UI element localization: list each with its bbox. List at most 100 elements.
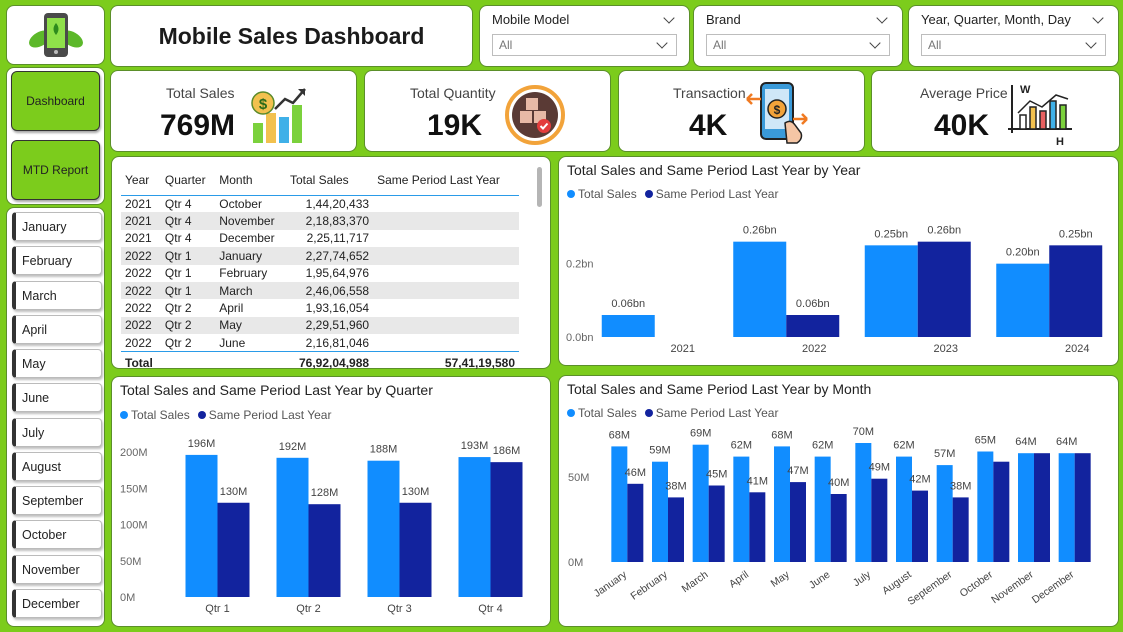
month-button-september[interactable]: September (12, 486, 102, 515)
bar-total-sales[interactable] (367, 460, 400, 597)
y-tick-label: 0M (568, 557, 583, 569)
bar-total-sales[interactable] (692, 444, 709, 562)
bar-total-sales[interactable] (733, 456, 750, 562)
mobile-model-select[interactable]: All (492, 34, 677, 56)
bar-same-period[interactable] (993, 461, 1010, 562)
bar-same-period[interactable] (871, 478, 888, 562)
table-cell: Qtr 1 (164, 266, 192, 281)
data-label: 45M (706, 469, 727, 481)
brand-select[interactable]: All (706, 34, 890, 56)
bar-same-period[interactable] (786, 315, 840, 337)
bar-same-period[interactable] (308, 504, 341, 597)
x-tick-label: Qtr 2 (296, 603, 320, 615)
bar-total-sales[interactable] (185, 454, 218, 597)
x-tick-label: July (851, 568, 874, 589)
mtd-report-button[interactable]: MTD Report (11, 140, 100, 200)
column-header[interactable]: Quarter (160, 165, 216, 196)
bar-total-sales[interactable] (814, 456, 831, 562)
bar-same-period[interactable] (1034, 453, 1050, 562)
y-tick-label: 100M (120, 520, 148, 532)
bar-same-period[interactable] (1049, 245, 1103, 337)
bar-same-period[interactable] (749, 492, 766, 562)
bar-total-sales[interactable] (1018, 453, 1034, 562)
table-row[interactable]: 2022 Qtr 1 February 1,95,64,976 (121, 265, 519, 282)
table-cell: Qtr 4 (164, 231, 192, 246)
chevron-down-icon[interactable] (663, 11, 675, 24)
data-label: 38M (665, 480, 686, 492)
table-row[interactable]: 2022 Qtr 1 March 2,46,06,558 (121, 281, 519, 300)
month-button-december[interactable]: December (12, 589, 102, 618)
table-row[interactable]: 2022 Qtr 2 May 2,29,51,960 (121, 316, 519, 335)
bar-same-period[interactable] (490, 462, 523, 597)
bar-same-period[interactable] (790, 482, 806, 562)
bar-same-period[interactable] (668, 497, 684, 562)
bar-total-sales[interactable] (977, 451, 994, 563)
month-button-november[interactable]: November (12, 555, 102, 584)
table-row[interactable]: 2022 Qtr 2 April 1,93,16,054 (121, 299, 519, 316)
bar-same-period[interactable] (217, 502, 250, 597)
month-button-may[interactable]: May (12, 349, 102, 378)
month-button-july[interactable]: July (12, 418, 102, 447)
dashboard-button[interactable]: Dashboard (11, 71, 100, 131)
month-button-february[interactable]: February (12, 246, 102, 275)
chevron-down-icon[interactable] (876, 11, 888, 24)
table-cell: Qtr 2 (164, 301, 192, 316)
filter-date-hierarchy[interactable]: Year, Quarter, Month, Day All (908, 5, 1119, 67)
table-row[interactable]: 2021 Qtr 4 December 2,25,11,717 (121, 230, 519, 247)
filter-brand[interactable]: Brand All (693, 5, 903, 67)
month-button-april[interactable]: April (12, 315, 102, 344)
bar-total-sales[interactable] (276, 457, 309, 597)
chevron-down-icon[interactable] (1092, 11, 1104, 24)
bar-same-period[interactable] (912, 490, 928, 562)
column-header[interactable]: Year (121, 165, 161, 196)
bar-total-sales[interactable] (458, 457, 491, 597)
month-button-march[interactable]: March (12, 281, 102, 310)
bar-same-period[interactable] (917, 241, 971, 337)
table-cell: February (219, 266, 268, 281)
column-header[interactable]: Total Sales (285, 165, 374, 196)
table-row[interactable]: 2022 Qtr 1 January 2,27,74,652 (121, 247, 519, 265)
bar-same-period[interactable] (708, 485, 725, 563)
bar-total-sales[interactable] (774, 446, 790, 562)
x-tick-label: February (628, 568, 670, 602)
table-cell: 1,44,20,433 (305, 196, 370, 211)
filter-mobile-model[interactable]: Mobile Model All (479, 5, 690, 67)
table-row[interactable]: 2022 Qtr 2 June 2,16,81,046 (121, 334, 519, 351)
table-scrollbar[interactable] (537, 167, 542, 207)
bar-same-period[interactable] (952, 497, 969, 562)
table-total-cell (160, 351, 216, 374)
table-cell: 1,95,64,976 (305, 266, 370, 281)
date-hierarchy-select[interactable]: All (921, 34, 1106, 56)
x-tick-label: Qtr 3 (387, 603, 411, 615)
page-title: Mobile Sales Dashboard (158, 22, 425, 49)
bar-total-sales[interactable] (601, 315, 655, 337)
data-label: 70M (853, 426, 874, 438)
bar-total-sales[interactable] (864, 245, 918, 337)
bar-same-period[interactable] (830, 494, 847, 562)
data-label: 130M (402, 486, 430, 498)
bar-total-sales[interactable] (1058, 453, 1075, 562)
table-row[interactable]: 2021 Qtr 4 November 2,18,83,370 (121, 212, 519, 230)
bar-total-sales[interactable] (896, 456, 912, 562)
column-header[interactable]: Month (215, 165, 286, 196)
bar-same-period[interactable] (627, 483, 644, 562)
bar-total-sales[interactable] (611, 446, 628, 562)
data-label: 59M (649, 445, 670, 457)
month-button-june[interactable]: June (12, 383, 102, 412)
bar-total-sales[interactable] (733, 241, 787, 337)
kpi-label: Total Quantity (410, 85, 496, 101)
bar-total-sales[interactable] (996, 263, 1050, 337)
y-tick-label: 0.2bn (566, 259, 594, 271)
month-button-january[interactable]: January (12, 212, 102, 241)
month-button-august[interactable]: August (12, 452, 102, 481)
table-cell: Qtr 2 (164, 335, 192, 350)
bar-same-period[interactable] (1074, 453, 1091, 562)
bar-total-sales[interactable] (652, 461, 668, 562)
bar-same-period[interactable] (399, 502, 432, 597)
month-button-october[interactable]: October (12, 520, 102, 549)
chart-by-year-card: Total Sales and Same Period Last Year by… (558, 156, 1119, 366)
table-cell: Qtr 4 (160, 212, 216, 230)
column-header[interactable]: Same Period Last Year (373, 165, 519, 196)
data-label: 68M (609, 429, 630, 441)
table-row[interactable]: 2021 Qtr 4 October 1,44,20,433 (121, 195, 519, 212)
